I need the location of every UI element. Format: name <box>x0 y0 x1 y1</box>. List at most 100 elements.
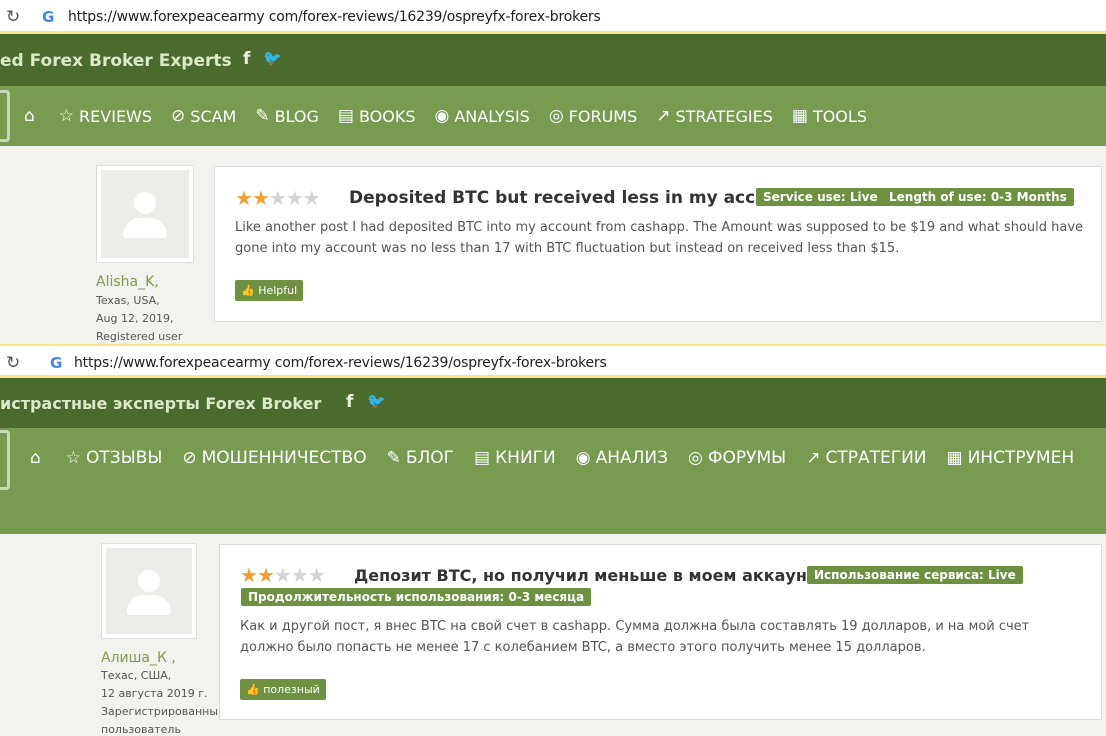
chart-icon: ↗ <box>806 448 821 468</box>
address-bar[interactable]: ↻ G https://www.forexpeacearmy com/forex… <box>0 0 1106 34</box>
user-meta: Техас, США, 12 августа 2019 г. Зарегистр… <box>101 667 226 736</box>
home-icon: ⌂ <box>30 448 41 468</box>
site-brand[interactable]: истрастные эксперты Forex Broker <box>0 394 321 413</box>
nav-item-forums[interactable]: ◎ ФОРУМЫ <box>688 448 786 468</box>
nav-item-strategies[interactable]: ↗ СТРАТЕГИИ <box>806 448 926 468</box>
nav-item-forums[interactable]: ◎ FORUMS <box>549 106 637 126</box>
map-pin-icon: ◉ <box>575 448 591 468</box>
url-text[interactable]: https://www.forexpeacearmy com/forex-rev… <box>68 9 601 25</box>
star-empty-icon: ★ <box>273 563 292 587</box>
nav-label: КНИГИ <box>495 448 556 468</box>
main-nav: ⌂ ☆ REVIEWS ⊘ SCAM ✎ BLOG ▤ BOOKS ◉ ANALYSIS ◎ FORUM… <box>0 86 1106 146</box>
nav-item-strategies[interactable]: ↗ STRATEGIES <box>656 106 773 126</box>
review-date: 12 августа 2019 г. <box>101 687 208 700</box>
ban-icon: ⊘ <box>171 106 186 126</box>
nav-label: REVIEWS <box>79 106 153 126</box>
nav-item-analysis[interactable]: ◉ АНАЛИЗ <box>576 448 668 468</box>
user-meta: Texas, USA, Aug 12, 2019, Registered use… <box>96 292 206 344</box>
pencil-icon: ✎ <box>255 106 270 126</box>
nav-label: ФОРУМЫ <box>707 448 787 468</box>
site-header: истрастные эксперты Forex Broker f 🐦 <box>0 378 1106 428</box>
nav-item-books[interactable]: ▤ КНИГИ <box>474 448 556 468</box>
review-body: Like another post I had deposited BTC in… <box>235 220 1084 256</box>
user-role: Registered user <box>96 330 183 343</box>
nav-item-reviews[interactable]: ☆ ОТЗЫВЫ <box>66 448 163 468</box>
user-silhouette-icon <box>138 570 160 592</box>
nav-label: ANALYSIS <box>454 106 530 126</box>
nav-item-blog[interactable]: ✎ БЛОГ <box>387 448 454 468</box>
star-icon: ☆ <box>65 448 82 468</box>
chart-icon: ↗ <box>656 106 671 126</box>
star-empty-icon: ★ <box>307 563 326 587</box>
address-bar[interactable]: ↻ G https://www.forexpeacearmy com/forex… <box>0 344 1106 378</box>
logo-fragment <box>0 430 10 490</box>
calculator-icon: ▦ <box>791 106 808 126</box>
user-name[interactable]: Alisha_K, <box>96 274 159 290</box>
star-icon: ☆ <box>58 106 75 126</box>
pencil-icon: ✎ <box>386 448 401 468</box>
twitter-icon[interactable]: 🐦 <box>263 49 282 67</box>
review-date: Aug 12, 2019, <box>96 312 174 325</box>
twitter-icon[interactable]: 🐦 <box>367 392 386 410</box>
star-empty-icon: ★ <box>290 563 309 587</box>
calculator-icon: ▦ <box>946 448 963 468</box>
map-pin-icon: ◉ <box>434 106 450 126</box>
facebook-icon[interactable]: f <box>243 49 250 69</box>
avatar <box>102 544 196 638</box>
star-filled-icon: ★ <box>240 563 258 587</box>
user-location: Техас, США, <box>101 669 172 682</box>
star-empty-icon: ★ <box>285 186 304 210</box>
review-body: Как и другой пост, я внес BTC на свой сч… <box>240 619 1030 655</box>
nav-label: BLOG <box>274 106 319 126</box>
url-text[interactable]: https://www.forexpeacearmy com/forex-rev… <box>74 355 607 371</box>
screenshot-english: ↻ G https://www.forexpeacearmy com/forex… <box>0 0 1106 344</box>
main-nav: ⌂ ☆ ОТЗЫВЫ ⊘ МОШЕННИЧЕСТВО ✎ БЛОГ ▤ КНИГИ ◉ АНАЛИЗ… <box>0 428 1106 534</box>
logo-fragment <box>0 90 10 142</box>
nav-label: АНАЛИЗ <box>595 448 669 468</box>
facebook-icon[interactable]: f <box>346 392 353 412</box>
nav-item-home[interactable]: ⌂ <box>24 106 40 126</box>
length-of-use-badge: Length of use: 0-3 Months <box>882 188 1074 206</box>
service-use-badge: Использование сервиса: Live <box>807 566 1023 584</box>
nav-item-home[interactable]: ⌂ <box>30 448 46 468</box>
book-icon: ▤ <box>337 106 354 126</box>
star-empty-icon: ★ <box>268 186 287 210</box>
ban-icon: ⊘ <box>182 448 197 468</box>
user-silhouette-icon <box>134 192 156 214</box>
nav-label: BOOKS <box>358 106 416 126</box>
nav-item-analysis[interactable]: ◉ ANALYSIS <box>435 106 530 126</box>
star-filled-icon: ★ <box>256 563 275 587</box>
helpful-button[interactable]: 👍 полезный <box>240 679 326 700</box>
nav-item-tools[interactable]: ▦ ИНСТРУМЕН <box>947 448 1075 468</box>
user-name[interactable]: Алиша_К , <box>101 650 176 666</box>
nav-item-reviews[interactable]: ☆ REVIEWS <box>59 106 152 126</box>
google-icon: G <box>42 8 55 26</box>
nav-item-scam[interactable]: ⊘ МОШЕННИЧЕСТВО <box>182 448 366 468</box>
book-icon: ▤ <box>474 448 491 468</box>
reload-icon[interactable]: ↻ <box>6 7 20 27</box>
home-icon: ⌂ <box>24 106 35 126</box>
user-role: Зарегистрированный пользователь <box>101 705 226 736</box>
nav-label: ОТЗЫВЫ <box>86 448 163 468</box>
nav-list: ⌂ ☆ ОТЗЫВЫ ⊘ МОШЕННИЧЕСТВО ✎ БЛОГ ▤ КНИГИ ◉ АНАЛИЗ… <box>30 428 1094 488</box>
handshake-icon: ◎ <box>548 106 564 126</box>
nav-item-books[interactable]: ▤ BOOKS <box>338 106 416 126</box>
nav-label: БЛОГ <box>405 448 455 468</box>
nav-label: СТРАТЕГИИ <box>825 448 927 468</box>
star-filled-icon: ★ <box>235 186 253 210</box>
nav-label: ИНСТРУМЕН <box>967 448 1075 468</box>
helpful-button[interactable]: 👍 Helpful <box>235 280 304 301</box>
nav-item-scam[interactable]: ⊘ SCAM <box>171 106 236 126</box>
site-brand[interactable]: ed Forex Broker Experts <box>0 51 232 71</box>
reload-icon[interactable]: ↻ <box>6 353 20 373</box>
star-empty-icon: ★ <box>302 186 321 210</box>
nav-label: МОШЕННИЧЕСТВО <box>201 448 367 468</box>
screenshot-russian: ↻ G https://www.forexpeacearmy com/forex… <box>0 344 1106 736</box>
google-icon: G <box>50 354 63 372</box>
service-use-badge: Service use: Live <box>756 188 885 206</box>
handshake-icon: ◎ <box>688 448 703 468</box>
nav-item-tools[interactable]: ▦ TOOLS <box>792 106 867 126</box>
nav-list: ⌂ ☆ REVIEWS ⊘ SCAM ✎ BLOG ▤ BOOKS ◉ ANALYSIS ◎ FORUM… <box>24 86 886 146</box>
nav-item-blog[interactable]: ✎ BLOG <box>255 106 319 126</box>
nav-label: TOOLS <box>812 106 867 126</box>
